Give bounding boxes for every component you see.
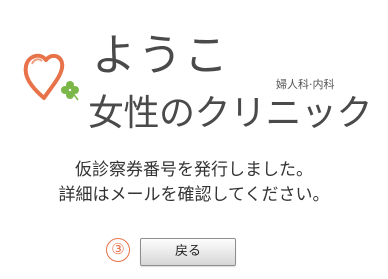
confirmation-message: 仮診察券番号を発行しました。 詳細はメールを確認してください。 xyxy=(0,158,388,208)
clover-shape xyxy=(61,81,79,101)
heart-clover-icon xyxy=(23,53,79,101)
clinic-name: 女性のクリニック xyxy=(88,93,373,134)
message-line-1: 仮診察券番号を発行しました。 xyxy=(75,160,313,180)
back-button[interactable]: 戻る xyxy=(140,238,236,266)
department-label: 婦人科·内科 xyxy=(276,78,335,91)
step-number-badge: ③ xyxy=(106,238,130,262)
clinic-logo-icon xyxy=(22,46,86,106)
heart-shape xyxy=(23,53,65,100)
message-line-2: 詳細はメールを確認してください。 xyxy=(58,185,330,205)
brand-name: ようこ xyxy=(92,30,230,81)
heart-highlight xyxy=(31,58,43,65)
